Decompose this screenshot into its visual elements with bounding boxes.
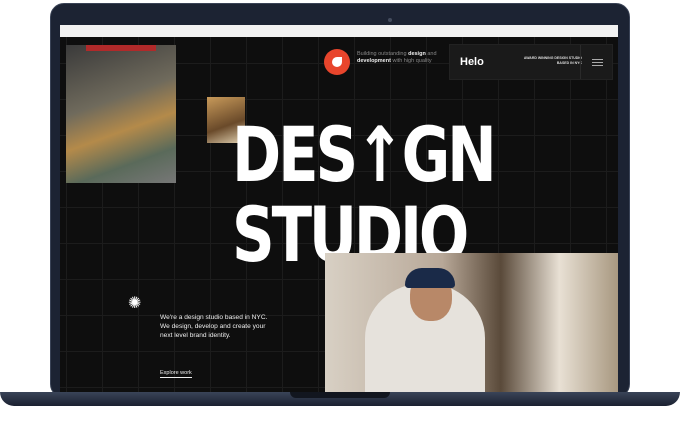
hero-line-1: DES↑GN — [232, 110, 497, 199]
brand-box: Helo AWARD WINNING DESIGN STUDIO BASED I… — [449, 44, 613, 80]
office-image — [66, 45, 176, 183]
laptop-notch — [290, 392, 390, 398]
sparkle-doodle-icon: ✺ — [128, 295, 142, 312]
tagline: Building outstanding design and developm… — [357, 51, 437, 64]
explore-work-link[interactable]: Explore work — [160, 370, 192, 378]
award-text: AWARD WINNING DESIGN STUDIO BASED IN NYC — [523, 56, 582, 65]
website-screen: Building outstanding design and developm… — [60, 25, 618, 393]
camera — [388, 18, 392, 22]
about-text: We're a design studio based in NYC. We d… — [160, 314, 268, 339]
hamburger-menu-icon[interactable] — [580, 45, 613, 79]
designer-photo — [325, 253, 618, 393]
browser-bar — [60, 25, 618, 37]
brand-name[interactable]: Helo — [460, 56, 484, 68]
arrow-up-icon: ↑ — [355, 110, 405, 199]
logo-icon[interactable] — [324, 49, 350, 75]
